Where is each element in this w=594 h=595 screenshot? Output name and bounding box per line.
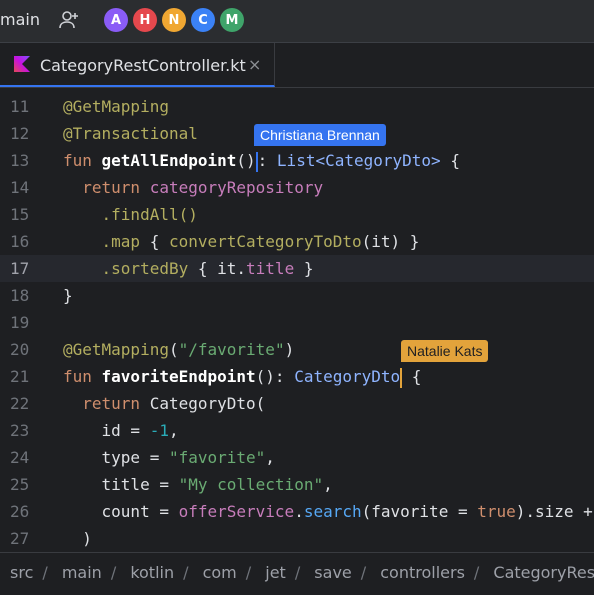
breadcrumb-item[interactable]: src [10,563,33,582]
line-number: 26 [10,502,30,521]
kotlin-file-icon [14,56,30,72]
tab-filename: CategoryRestController.kt [40,56,246,75]
code-line: 25 title = "My collection", [0,471,594,498]
line-number: 11 [10,97,30,116]
line-number: 22 [10,394,30,413]
code-line: 19 [0,309,594,336]
code-line: 26 count = offerService.search(favorite … [0,498,594,525]
breadcrumb: src / main / kotlin / com / jet / save / contr… [0,552,594,595]
breadcrumb-item[interactable]: jet [265,563,286,582]
code-line: 21 fun favoriteEndpoint(): CategoryDto { [0,363,594,390]
breadcrumb-item[interactable]: CategoryRestControl [493,563,594,582]
collaborator-avatars: A H N C M [104,8,244,32]
code-editor[interactable]: 11 @GetMapping 12 @Transactional 13 fun get… [0,92,594,552]
breadcrumb-item[interactable]: com [203,563,237,582]
line-number: 24 [10,448,30,467]
code-line: 27 ) [0,525,594,552]
breadcrumb-item[interactable]: main [62,563,102,582]
close-tab-icon[interactable]: × [248,55,261,74]
line-number: 23 [10,421,30,440]
code-line: 22 return CategoryDto( [0,390,594,417]
breadcrumb-item[interactable]: controllers [380,563,465,582]
line-number: 14 [10,178,30,197]
editor-tab-bar: CategoryRestController.kt × [0,43,594,88]
avatar[interactable]: C [191,8,215,32]
code-line: 18} [0,282,594,309]
code-line: 20 @GetMapping("/favorite") [0,336,594,363]
line-number: 27 [10,529,30,548]
avatar[interactable]: H [133,8,157,32]
code-line: 23 id = -1, [0,417,594,444]
avatar[interactable]: M [220,8,244,32]
code-line: 24 type = "favorite", [0,444,594,471]
line-number: 25 [10,475,30,494]
line-number: 19 [10,313,30,332]
collaborator-label: Christiana Brennan [254,124,386,146]
code-line: 13 fun getAllEndpoint(): List<CategoryDto… [0,147,594,174]
breadcrumb-item[interactable]: kotlin [130,563,174,582]
file-tab[interactable]: CategoryRestController.kt × [0,43,275,87]
line-number: 17 [10,259,30,278]
line-number: 21 [10,367,30,386]
breadcrumb-item[interactable]: save [314,563,351,582]
top-toolbar: main A H N C M [0,0,594,43]
line-number: 15 [10,205,30,224]
code-line: 16 .map { convertCategoryToDto(it) } [0,228,594,255]
line-number: 16 [10,232,30,251]
branch-name[interactable]: main [0,10,40,29]
code-line: 14 return categoryRepository [0,174,594,201]
code-line: 11 @GetMapping [0,93,594,120]
line-number: 20 [10,340,30,359]
collaborator-label: Natalie Kats [401,340,489,362]
avatar[interactable]: A [104,8,128,32]
code-line: 15 .findAll() [0,201,594,228]
line-number: 18 [10,286,30,305]
avatar[interactable]: N [162,8,186,32]
line-number: 12 [10,124,30,143]
code-line-current: 17 .sortedBy { it.title } [0,255,594,282]
line-number: 13 [10,151,30,170]
add-user-icon[interactable] [58,9,80,31]
